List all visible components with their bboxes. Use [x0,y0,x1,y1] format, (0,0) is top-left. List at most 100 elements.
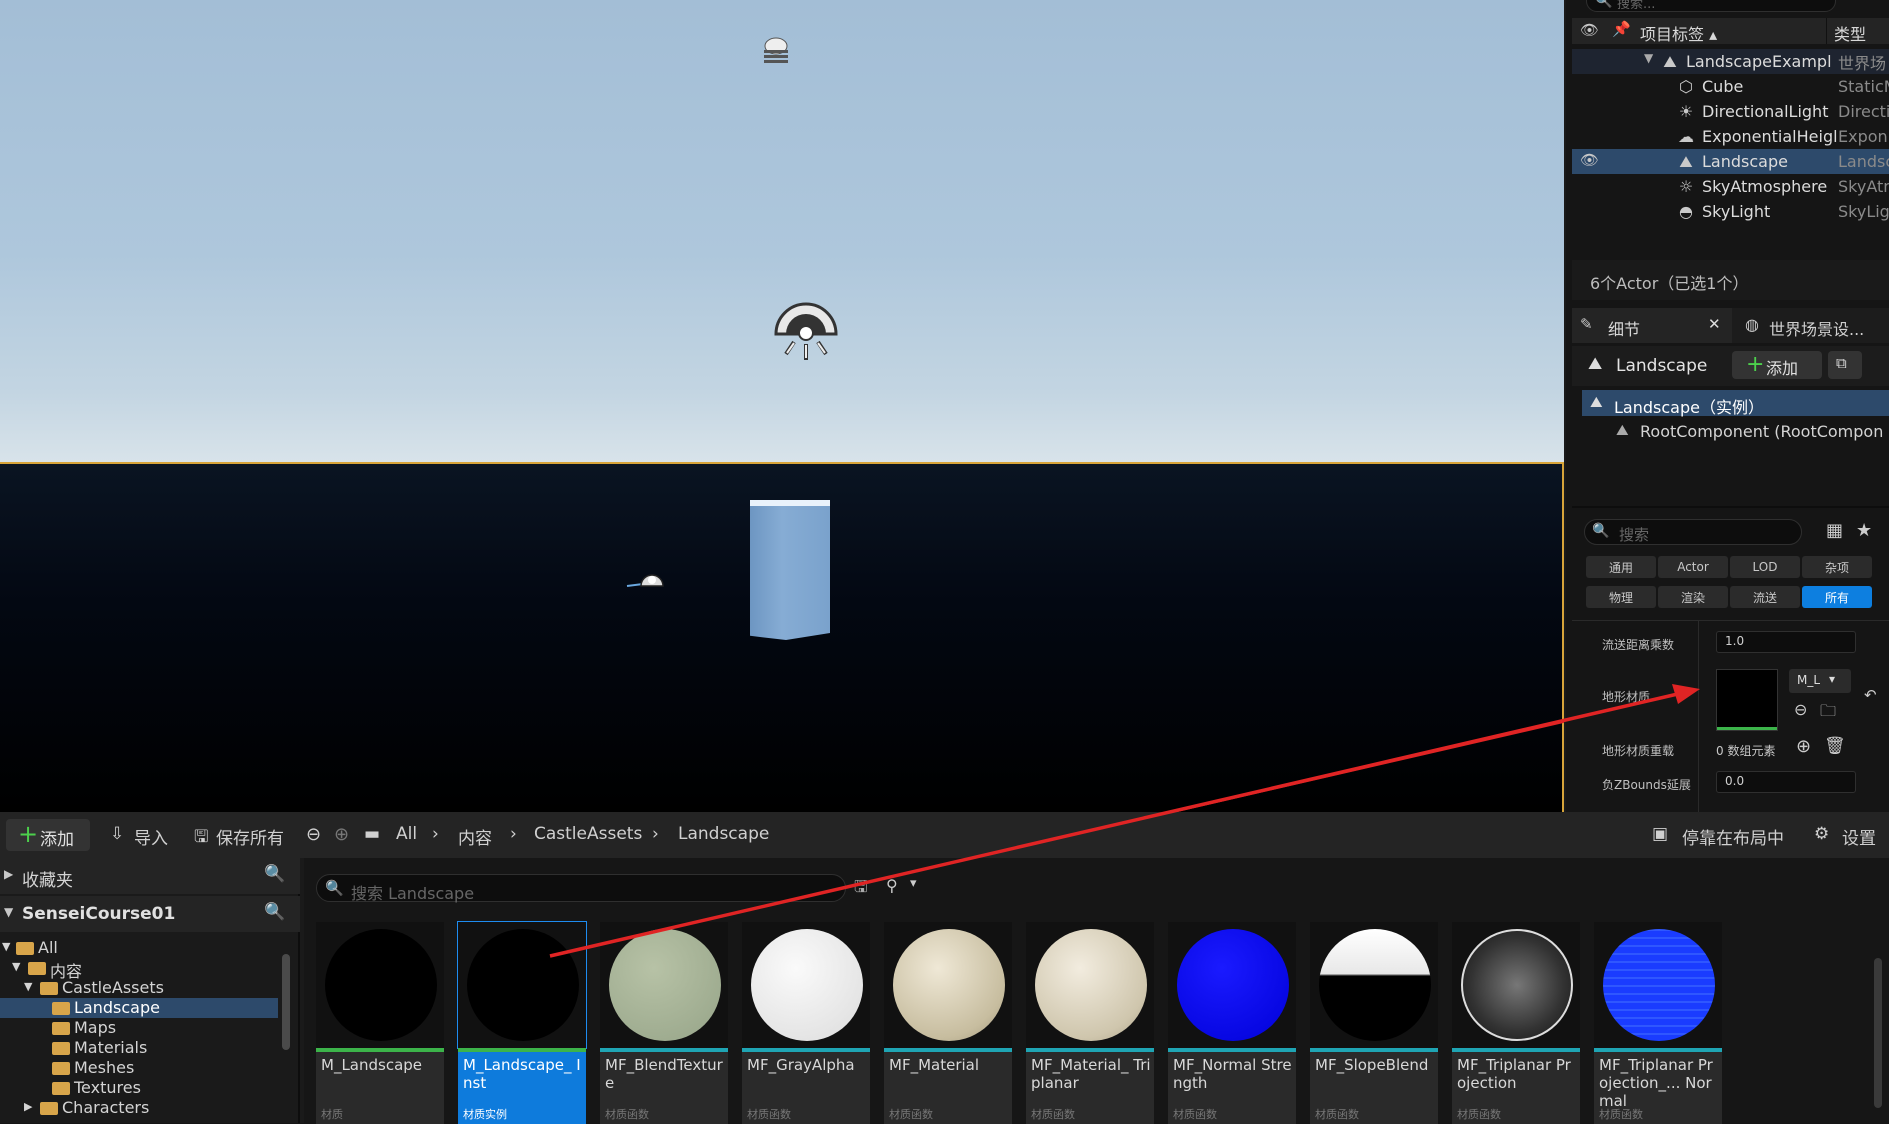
material-thumbnail[interactable] [1716,669,1778,731]
filter-icon[interactable]: ⚲ [886,876,898,895]
asset-search-input[interactable]: 🔍 搜索 Landscape [316,874,846,903]
category-rendering[interactable]: 渲染 [1658,586,1728,608]
outliner-search[interactable]: 🔍 搜索... [1586,0,1836,12]
category-actor[interactable]: Actor [1658,556,1728,578]
tree-item-materials[interactable]: Materials [0,1038,278,1058]
tree-item-landscape[interactable]: Landscape [0,998,278,1018]
tree-item-maps[interactable]: Maps [0,1018,278,1038]
category-lod[interactable]: LOD [1730,556,1800,578]
asset-type: 材质 [321,1108,343,1121]
asset-name: MF_GrayAlpha [747,1056,855,1074]
asset-tile[interactable]: MF_BlendTexture 材质函数 [600,922,728,1124]
browse-arrow-icon[interactable]: ⊖ [1794,700,1807,719]
star-icon[interactable]: ★ [1856,520,1872,541]
level-viewport[interactable] [0,0,1566,812]
outliner-row-landscape[interactable]: 👁 ⛰ Landscape Landsc [1572,149,1889,174]
outliner-row-world[interactable]: ▼ ⛰ LandscapeExampl 世界场 [1572,49,1889,74]
root-component-row[interactable]: ⛰ RootComponent (RootCompon [1582,418,1889,444]
chevron-down-icon[interactable]: ▾ [910,876,917,891]
search-icon[interactable]: 🔍 [264,902,285,922]
project-section[interactable]: ▼ SenseiCourse01 🔍 [0,896,300,932]
back-arrow-icon[interactable]: ⊖ [306,824,321,845]
save-search-icon[interactable]: 🖫 [854,876,868,903]
reset-arrow-icon[interactable]: ↶ [1864,686,1877,704]
add-element-icon[interactable]: ⊕ [1796,736,1811,757]
blueprint-button[interactable]: ⧉ [1828,351,1862,379]
asset-tile[interactable]: MF_Triplanar Projection 材质函数 [1452,922,1580,1124]
asset-type-bar [600,1048,728,1052]
add-component-button[interactable]: + 添加 [1732,351,1822,379]
category-misc[interactable]: 杂项 [1802,556,1872,578]
asset-tile[interactable]: MF_Material_ Triplanar 材质函数 [1026,922,1154,1124]
add-button[interactable]: + 添加 [6,819,90,851]
browse-folder-icon[interactable]: 🗀 [1820,700,1836,727]
actor-name[interactable]: Landscape [1616,356,1707,376]
tab-world-settings[interactable]: ◍ 世界场景设... [1737,308,1889,343]
trash-icon[interactable]: 🗑 [1824,736,1846,756]
asset-tile[interactable]: M_Landscape_ Inst 材质实例 [457,921,587,1124]
breadcrumb-all[interactable]: All [396,824,417,844]
column-type[interactable]: 类型 [1834,21,1866,45]
neg-zbounds-field[interactable]: 0.0 [1716,771,1856,793]
tree-scrollbar[interactable] [282,954,290,1050]
outliner-row-sky-atmosphere[interactable]: ☼ SkyAtmosphere SkyAtn [1572,174,1889,199]
outliner-item-name: Landscape [1702,152,1788,171]
close-icon[interactable]: ✕ [1708,315,1721,333]
tree-item-castleassets[interactable]: ▼ CastleAssets [0,978,278,998]
expand-arrow-icon[interactable]: ▼ [12,960,20,973]
collapse-arrow-icon[interactable]: ▶ [24,1100,32,1113]
details-search-input[interactable]: 🔍 搜索 [1584,519,1802,545]
category-all[interactable]: 所有 [1802,586,1872,608]
asset-name: M_Landscape_ Inst [463,1056,581,1092]
asset-tile[interactable]: MF_GrayAlpha 材质函数 [742,922,870,1124]
breadcrumb-content[interactable]: 内容 [458,824,492,849]
import-button[interactable]: 导入 [134,824,168,849]
breadcrumb-landscape[interactable]: Landscape [678,824,769,844]
expand-arrow-icon[interactable]: ▼ [1644,51,1653,65]
outliner-item-type: Landsc [1838,152,1889,171]
tree-item-meshes[interactable]: Meshes [0,1058,278,1078]
breadcrumb-castleassets[interactable]: CastleAssets [534,824,642,844]
expand-arrow-icon[interactable]: ▼ [24,980,32,993]
expand-arrow-icon[interactable]: ▼ [2,940,10,953]
asset-tile[interactable]: MF_Normal Strength 材质函数 [1168,922,1296,1124]
collapse-arrow-icon[interactable]: ▶ [4,867,13,881]
outliner-row-fog[interactable]: ☁ ExponentialHeigl Expon [1572,124,1889,149]
tree-item-characters[interactable]: ▶ Characters [0,1098,278,1118]
asset-tile[interactable]: MF_SlopeBlend 材质函数 [1310,922,1438,1124]
save-all-button[interactable]: 保存所有 [216,824,284,849]
actor-count: 6个Actor（已选1个） [1590,274,1749,293]
asset-tile[interactable]: MF_Triplanar Projection_... Normal 材质函数 [1594,922,1722,1124]
chevron-right-icon: › [510,824,517,844]
material-dropdown[interactable]: M_L ▾ [1789,669,1851,693]
search-icon[interactable]: 🔍 [264,864,285,884]
outliner-item-name: SkyLight [1702,202,1771,221]
outliner-row-directional-light[interactable]: ☀ DirectionalLight Directi [1572,99,1889,124]
dock-in-layout-button[interactable]: 停靠在布局中 [1682,824,1784,849]
stream-distance-field[interactable]: 1.0 [1716,631,1856,653]
category-general[interactable]: 通用 [1586,556,1656,578]
visibility-eye-icon[interactable]: 👁 [1580,21,1599,39]
pin-icon[interactable]: 📌 [1612,20,1631,38]
forward-arrow-icon[interactable]: ⊕ [334,824,349,845]
visibility-eye-icon[interactable]: 👁 [1580,151,1599,169]
outliner-row-cube[interactable]: ⬡ Cube StaticM [1572,74,1889,99]
expand-arrow-icon[interactable]: ▼ [4,905,13,919]
tree-item-content[interactable]: ▼ 内容 [0,958,278,981]
settings-button[interactable]: 设置 [1842,824,1876,849]
asset-thumbnail [1452,922,1580,1048]
favorites-section[interactable]: ▶ 收藏夹 🔍 [0,858,300,894]
tree-item-all[interactable]: ▼ All [0,938,278,958]
column-item-label[interactable]: 项目标签 ▴ [1640,21,1717,45]
tree-item-textures[interactable]: Textures [0,1078,278,1098]
tab-details[interactable]: ✎ 细节 ✕ [1572,308,1732,343]
category-streaming[interactable]: 流送 [1730,586,1800,608]
table-view-icon[interactable]: ▦ [1826,520,1843,541]
asset-tile[interactable]: M_Landscape 材质 [316,922,444,1124]
component-instance-row[interactable]: ⛰ Landscape（实例） [1582,390,1889,417]
asset-scrollbar[interactable] [1874,958,1882,1108]
category-physics[interactable]: 物理 [1586,586,1656,608]
asset-tile[interactable]: MF_Material 材质函数 [884,922,1012,1124]
outliner-row-sky-light[interactable]: ◓ SkyLight SkyLig [1572,199,1889,224]
import-icon: ⇩ [110,824,125,844]
